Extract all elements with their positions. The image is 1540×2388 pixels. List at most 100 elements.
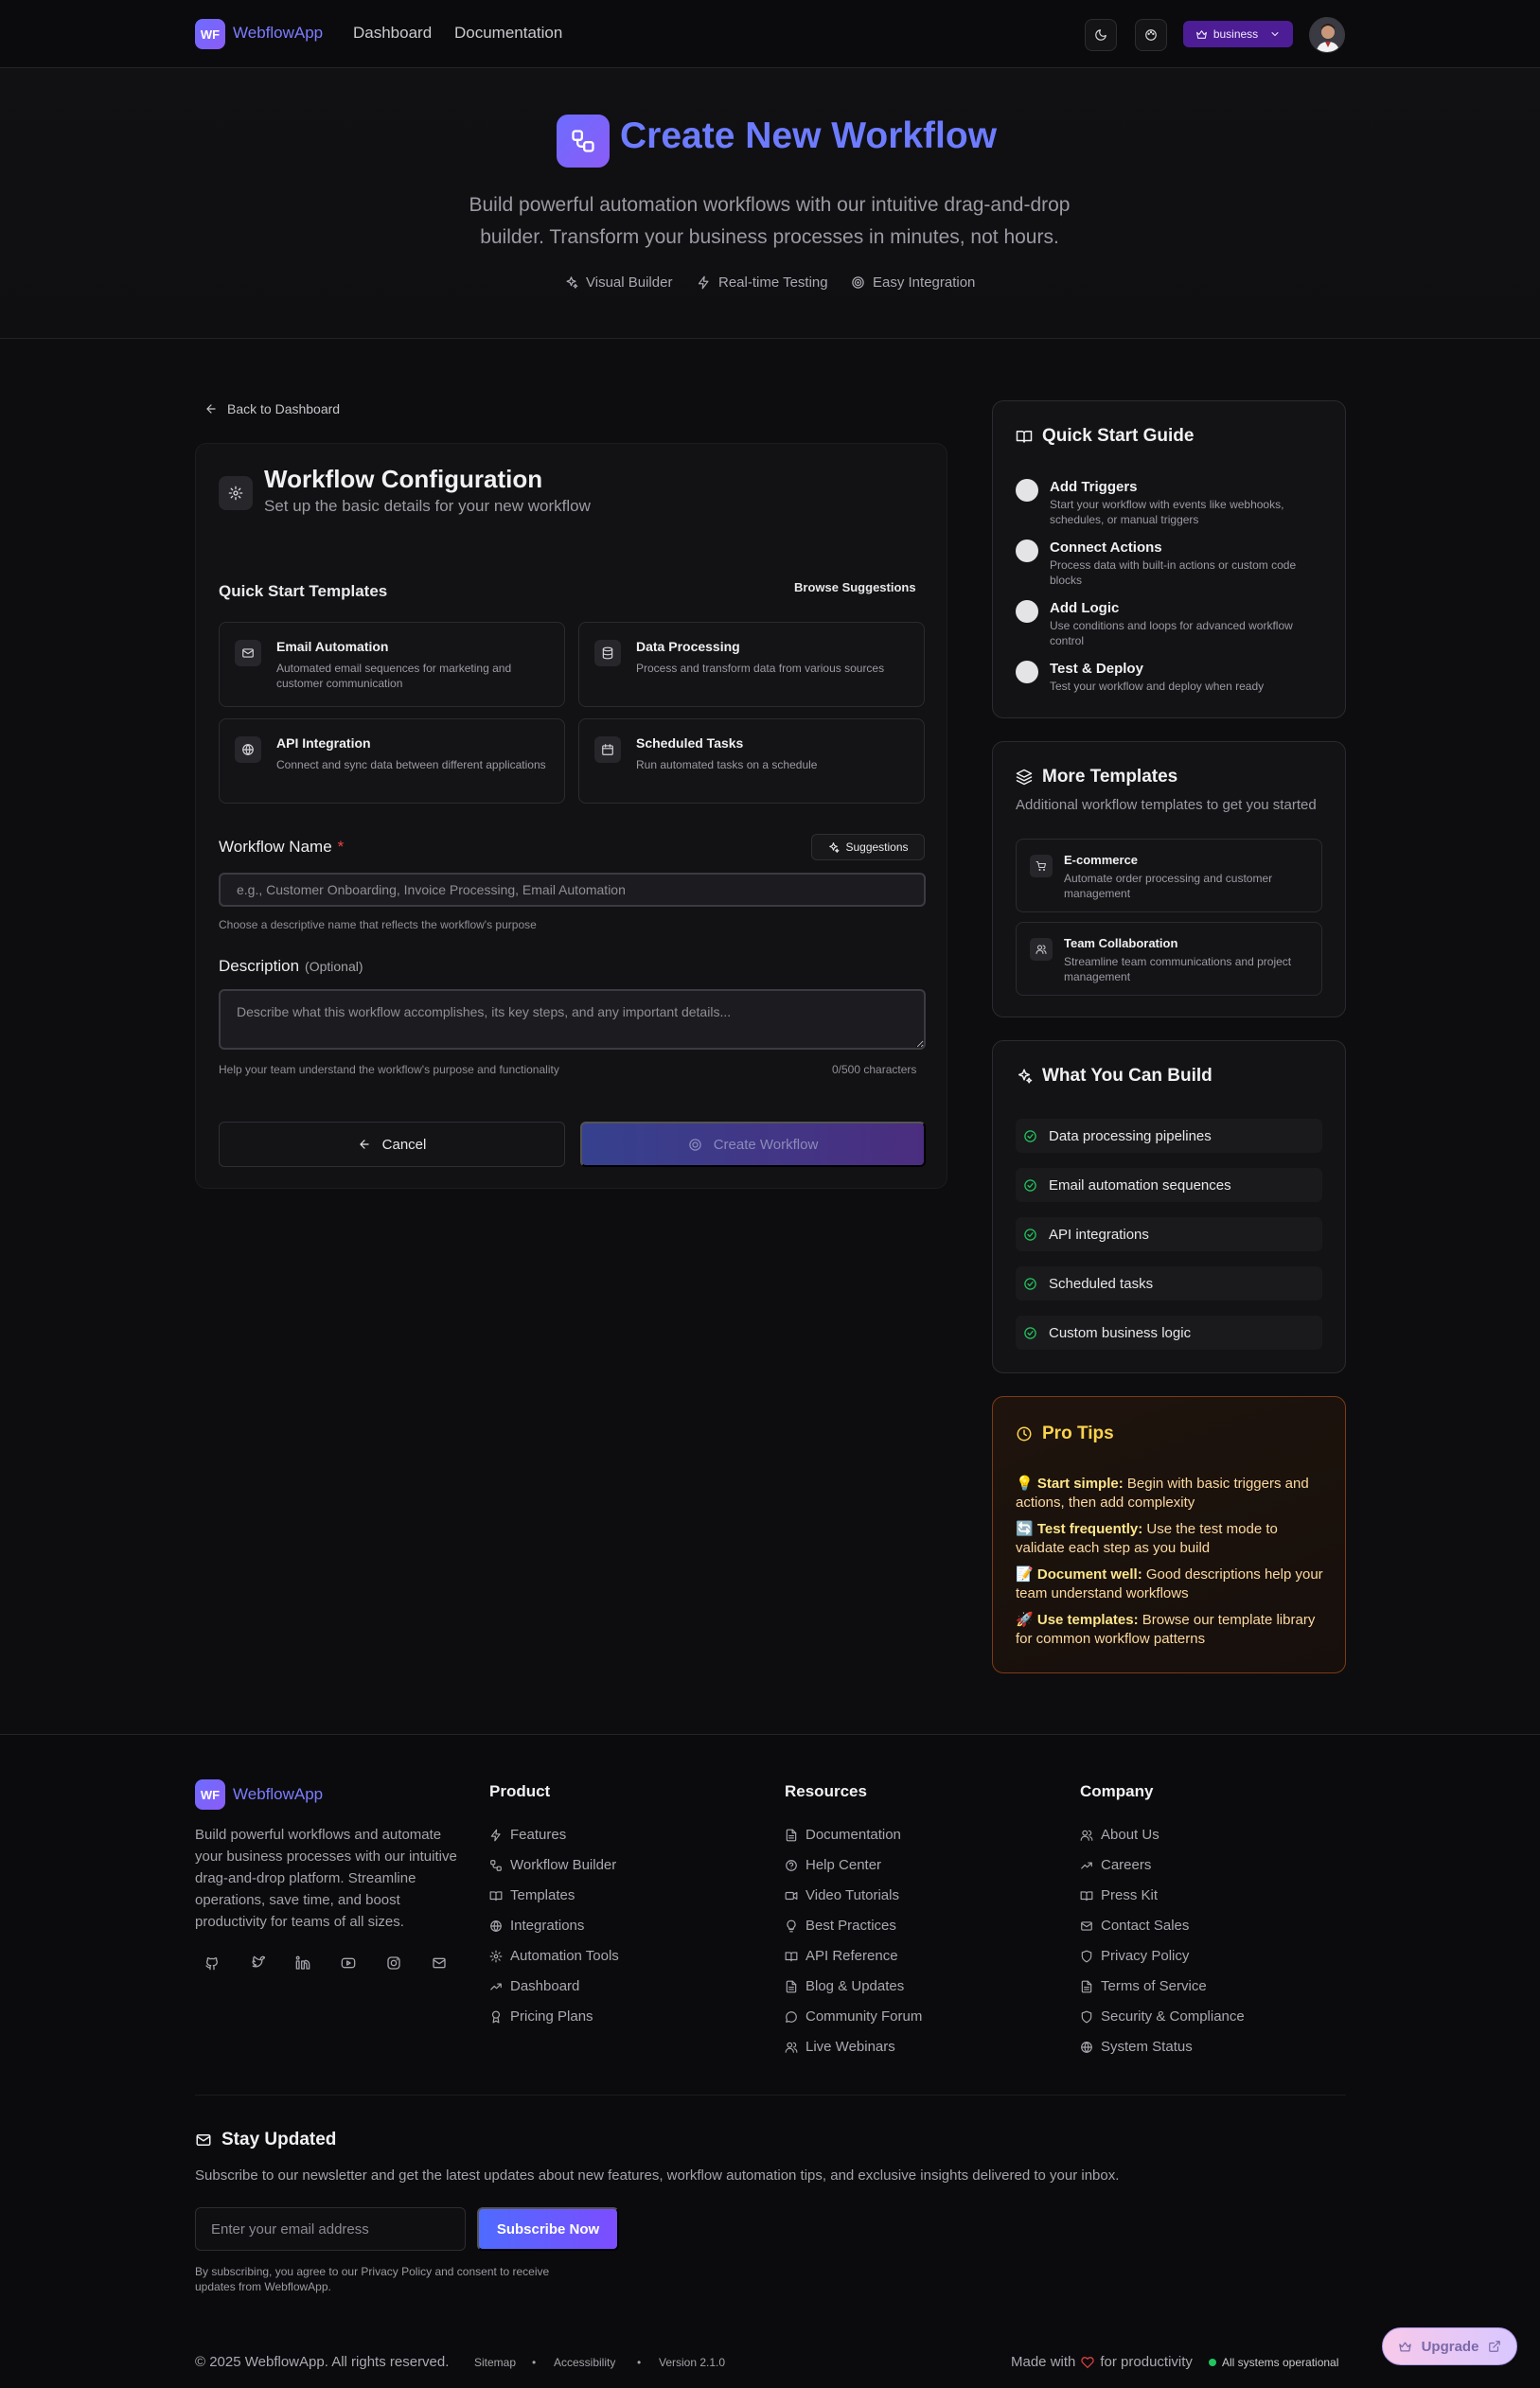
user-avatar[interactable]	[1309, 17, 1345, 53]
footer-link-label: Integrations	[510, 1918, 585, 1934]
theme-toggle-button[interactable]	[1085, 19, 1117, 51]
pro-tips-title-text: Pro Tips	[1042, 1424, 1114, 1443]
made-with-prefix: Made with	[1011, 2354, 1076, 2370]
cancel-button[interactable]: Cancel	[219, 1122, 565, 1167]
build-item-label: API integrations	[1049, 1226, 1149, 1243]
plan-badge-label: business	[1213, 27, 1259, 41]
page-title: Create New Workflow	[620, 115, 998, 156]
footer-app-name[interactable]: WebflowApp	[233, 1785, 323, 1804]
step-indicator	[1016, 600, 1038, 623]
footer-logo[interactable]: WF	[195, 1779, 225, 1810]
template-desc: Connect and sync data between different …	[276, 758, 546, 771]
footer-link-accessibility[interactable]: Accessibility	[554, 2356, 615, 2369]
workflow-name-input[interactable]	[219, 873, 926, 907]
config-title: Workflow Configuration	[264, 465, 543, 493]
footer-link-features[interactable]: Features	[489, 1827, 566, 1843]
nav-link-dashboard[interactable]: Dashboard	[353, 24, 432, 43]
nav-link-documentation[interactable]: Documentation	[454, 24, 562, 43]
twitter-icon[interactable]	[245, 1951, 270, 1975]
upgrade-button[interactable]: Upgrade	[1382, 2327, 1517, 2365]
app-name[interactable]: WebflowApp	[233, 24, 323, 43]
mail-icon[interactable]	[427, 1951, 451, 1975]
optional-marker: (Optional)	[305, 959, 363, 974]
footer-link-templates[interactable]: Templates	[489, 1887, 575, 1903]
footer-link-blog-updates[interactable]: Blog & Updates	[785, 1978, 904, 1994]
layers-icon	[1016, 769, 1033, 786]
footer-link-help-center[interactable]: Help Center	[785, 1857, 881, 1873]
footer-link-system-status[interactable]: System Status	[1080, 2039, 1193, 2055]
target-icon	[688, 1138, 701, 1151]
template-email-automation[interactable]: Email Automation Automated email sequenc…	[219, 622, 565, 707]
template-scheduled-tasks[interactable]: Scheduled Tasks Run automated tasks on a…	[578, 718, 925, 804]
shield-icon	[1081, 1950, 1092, 1962]
footer-link-dashboard[interactable]: Dashboard	[489, 1978, 579, 1994]
footer-link-label: Dashboard	[510, 1978, 580, 1994]
status-dot	[1209, 2359, 1216, 2366]
globe-icon	[235, 736, 261, 763]
footer-link-pricing-plans[interactable]: Pricing Plans	[489, 2008, 593, 2025]
template-api-integration[interactable]: API Integration Connect and sync data be…	[219, 718, 565, 804]
youtube-icon[interactable]	[336, 1951, 361, 1975]
plan-badge-dropdown[interactable]: business	[1183, 21, 1293, 47]
footer-link-best-practices[interactable]: Best Practices	[785, 1918, 896, 1934]
browse-suggestions-button[interactable]: Browse Suggestions	[794, 580, 916, 594]
newsletter-email-input[interactable]	[195, 2207, 466, 2251]
check-circle-icon	[1024, 1178, 1036, 1192]
tip-emoji: 💡	[1016, 1476, 1034, 1492]
tip-bold: Document well:	[1036, 1566, 1142, 1583]
quick-start-title-text: Quick Start Guide	[1042, 426, 1195, 446]
build-item: Data processing pipelines	[1016, 1119, 1322, 1153]
footer-link-terms-of-service[interactable]: Terms of Service	[1080, 1978, 1207, 1994]
linkedin-icon[interactable]	[291, 1951, 315, 1975]
footer-link-community-forum[interactable]: Community Forum	[785, 2008, 922, 2025]
suggestions-button[interactable]: Suggestions	[811, 834, 925, 860]
database-icon	[594, 640, 621, 666]
build-item: Scheduled tasks	[1016, 1266, 1322, 1300]
made-with-text: Made with for productivity	[1011, 2354, 1193, 2370]
tip-item: 🔄 Test frequently: Use the test mode to …	[1016, 1520, 1328, 1558]
footer-link-press-kit[interactable]: Press Kit	[1080, 1887, 1158, 1903]
globe-icon	[1081, 2041, 1092, 2053]
footer-link-label: Features	[510, 1827, 567, 1843]
template-title: Email Automation	[276, 639, 389, 654]
back-to-dashboard-link[interactable]: Back to Dashboard	[204, 401, 340, 416]
template-team-collaboration[interactable]: Team Collaboration Streamline team commu…	[1016, 922, 1322, 996]
footer-link-label: Documentation	[805, 1827, 901, 1843]
step-title: Add Logic	[1050, 600, 1120, 616]
subscribe-button[interactable]: Subscribe Now	[477, 2207, 619, 2251]
footer-link-workflow-builder[interactable]: Workflow Builder	[489, 1857, 616, 1873]
tip-bold: Test frequently:	[1036, 1521, 1143, 1537]
more-templates-subtitle: Additional workflow templates to get you…	[1016, 797, 1317, 813]
footer-link-documentation[interactable]: Documentation	[785, 1827, 901, 1843]
footer-link-integrations[interactable]: Integrations	[489, 1918, 584, 1934]
footer-link-about-us[interactable]: About Us	[1080, 1827, 1159, 1843]
feature-easy-integration: Easy Integration	[851, 274, 975, 291]
create-workflow-button[interactable]: Create Workflow	[580, 1122, 926, 1167]
palette-button[interactable]	[1135, 19, 1167, 51]
sparkles-icon	[1018, 1069, 1033, 1084]
github-icon[interactable]	[200, 1951, 224, 1975]
newsletter-title: Stay Updated	[195, 2130, 336, 2150]
hero-subtitle: Build powerful automation workflows with…	[469, 194, 1071, 248]
template-ecommerce[interactable]: E-commerce Automate order processing and…	[1016, 839, 1322, 912]
footer-link-security-compliance[interactable]: Security & Compliance	[1080, 2008, 1245, 2025]
step-indicator	[1016, 479, 1038, 502]
more-templates-title-text: More Templates	[1042, 767, 1178, 787]
build-item-label: Data processing pipelines	[1049, 1127, 1212, 1144]
app-logo[interactable]: WF	[195, 19, 225, 49]
footer-link-contact-sales[interactable]: Contact Sales	[1080, 1918, 1189, 1934]
footer-link-careers[interactable]: Careers	[1080, 1857, 1151, 1873]
instagram-icon[interactable]	[381, 1951, 406, 1975]
footer-link-privacy-policy[interactable]: Privacy Policy	[1080, 1948, 1189, 1964]
footer-link-video-tutorials[interactable]: Video Tutorials	[785, 1887, 899, 1903]
footer-link-sitemap[interactable]: Sitemap	[474, 2356, 516, 2369]
footer-link-live-webinars[interactable]: Live Webinars	[785, 2039, 895, 2055]
workflow-name-hint: Choose a descriptive name that reflects …	[219, 918, 537, 931]
footer-link-api-reference[interactable]: API Reference	[785, 1948, 898, 1964]
footer-link-automation-tools[interactable]: Automation Tools	[489, 1948, 619, 1964]
build-item: Custom business logic	[1016, 1316, 1322, 1350]
template-data-processing[interactable]: Data Processing Process and transform da…	[578, 622, 925, 707]
build-title: What You Can Build	[1016, 1066, 1213, 1087]
footer-link-label: Privacy Policy	[1101, 1948, 1190, 1964]
description-textarea[interactable]	[219, 989, 926, 1050]
